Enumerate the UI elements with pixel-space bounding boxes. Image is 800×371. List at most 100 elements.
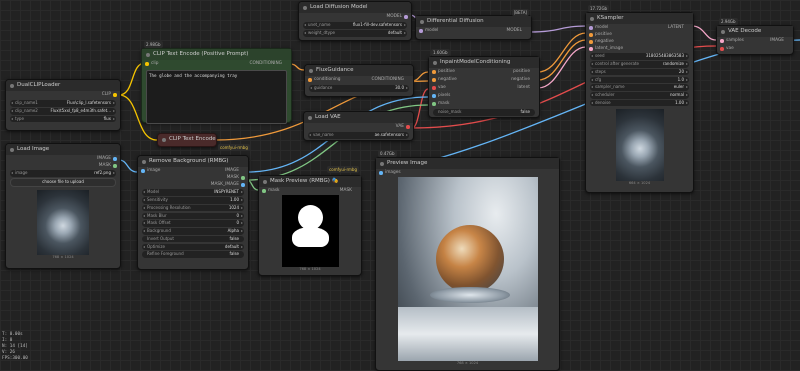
node-title: Load Diffusion Model: [299, 2, 411, 13]
control-after-generate-select[interactable]: control after generaterandomize: [590, 60, 689, 68]
steps-field[interactable]: steps20: [590, 68, 689, 76]
sand-shape: [397, 307, 538, 361]
input-model[interactable]: model MODEL: [416, 27, 531, 35]
output-latent[interactable]: latent: [517, 84, 530, 92]
input-image[interactable]: image IMAGE: [138, 167, 248, 174]
output-negative[interactable]: negative: [511, 76, 530, 84]
clip-name2-select[interactable]: clip_name2Flux\t5xxl_fp8_e4m3fn.safet...: [10, 107, 116, 115]
output-latent[interactable]: LATENT: [668, 24, 684, 31]
cfg-field[interactable]: cfg1.0: [590, 76, 689, 84]
background-select[interactable]: BackgroundAlpha: [142, 228, 244, 235]
input-latent-image[interactable]: latent_image: [586, 45, 693, 52]
node-load-image[interactable]: Load Image IMAGE MASK imageref2.png choo…: [5, 143, 121, 269]
mask-blur-field[interactable]: Mask Blur0: [142, 212, 244, 220]
input-model[interactable]: model LATENT: [586, 24, 693, 31]
memory-badge: 17.72Gb: [588, 5, 610, 12]
input-positive[interactable]: positive positive: [429, 68, 539, 76]
globe-shape: [435, 225, 504, 293]
node-load-vae[interactable]: Load VAE VAE vae_nameae.safetensors: [303, 111, 414, 141]
node-title: CLIP Text Encode (Ne: [158, 134, 216, 145]
plugin-badge: comfyui-rmbg: [327, 166, 359, 173]
seed-field[interactable]: seed318025483863583: [590, 53, 689, 60]
input-mask[interactable]: mask MASK: [259, 187, 361, 195]
scheduler-select[interactable]: schedulernormal: [590, 92, 689, 99]
node-clip-text-encode-positive[interactable]: 2.98Gb CLIP Text Encode (Positive Prompt…: [141, 41, 292, 124]
node-remove-background-rmbg[interactable]: Remove Background (RMBG) image IMAGE MASK…: [137, 155, 249, 270]
input-positive[interactable]: positive: [586, 31, 693, 38]
node-inpaint-model-conditioning[interactable]: 1.60Gb InpaintModelConditioning positive…: [428, 49, 540, 118]
memory-badge: 0.47Gb: [378, 150, 397, 157]
memory-badge: 2.94Gb: [719, 18, 738, 25]
beta-badge: [BETA]: [511, 9, 529, 16]
image-size-caption: 768 × 1024: [299, 267, 321, 271]
output-model[interactable]: MODEL: [299, 13, 411, 21]
output-image[interactable]: IMAGE: [225, 167, 239, 174]
node-title: VAE Decode: [717, 26, 793, 37]
node-load-diffusion-model[interactable]: Load Diffusion Model MODEL unet_nameflux…: [298, 1, 412, 41]
output-mask[interactable]: MASK: [138, 174, 248, 181]
mask-image: [281, 195, 339, 267]
input-images[interactable]: images: [376, 169, 559, 177]
output-positive[interactable]: positive: [513, 68, 530, 76]
output-clip[interactable]: CLIP: [6, 91, 120, 99]
node-title: InpaintModelConditioning: [429, 57, 539, 68]
mask-offset-field[interactable]: Mask Offset0: [142, 220, 244, 227]
node-clip-text-encode-negative[interactable]: CLIP Text Encode (Ne: [157, 133, 217, 147]
node-flux-guidance[interactable]: FluxGuidance conditioningCONDITIONING gu…: [304, 64, 414, 97]
output-image[interactable]: IMAGE: [6, 155, 120, 162]
node-ksampler[interactable]: 17.72Gb KSampler model LATENT positive ne…: [585, 5, 694, 193]
noise-mask-toggle[interactable]: noise_mask false: [433, 109, 535, 116]
input-mask[interactable]: mask: [429, 100, 539, 108]
type-select[interactable]: typeflux: [10, 115, 116, 123]
image-size-caption: 768 × 1024: [52, 254, 74, 259]
input-negative[interactable]: negative: [586, 38, 693, 45]
node-vae-decode[interactable]: 2.94Gb VAE Decode samples IMAGE vae: [716, 18, 794, 55]
input-negative[interactable]: negative negative: [429, 76, 539, 84]
image-size-caption: 768 × 1024: [456, 361, 479, 365]
sampler-name-select[interactable]: sampler_nameeuler: [590, 84, 689, 91]
node-differential-diffusion[interactable]: Differential Diffusion [BETA] model MODEL: [415, 9, 532, 40]
performance-stats: T: 0.00s I: 0 N: 14 [14] V: 26 FPS:300.0…: [2, 332, 28, 362]
refine-foreground-toggle[interactable]: Refine Foreground false: [142, 251, 244, 259]
output-mask[interactable]: MASK: [6, 162, 120, 169]
upload-button[interactable]: choose file to upload: [10, 177, 116, 187]
node-title: FluxGuidance: [305, 65, 413, 76]
sensitivity-field[interactable]: Sensitivity1.00: [142, 196, 244, 204]
output-image[interactable]: IMAGE: [770, 37, 784, 45]
optimize-select[interactable]: Optimizedefault: [142, 243, 244, 251]
input-vae[interactable]: vae: [717, 45, 793, 53]
model-select[interactable]: ModelINSPYRENET: [142, 189, 244, 196]
tray-shape: [429, 287, 510, 303]
input-vae[interactable]: vae latent: [429, 84, 539, 92]
input-conditioning[interactable]: conditioning CONDITIONING: [305, 76, 413, 84]
output-mask-image[interactable]: MASK_IMAGE: [138, 181, 248, 188]
unet-name-select[interactable]: unet_nameflux1-fill-dev.safetensors: [303, 22, 407, 29]
node-title: Load VAE: [304, 112, 413, 123]
input-pixels[interactable]: pixels: [429, 92, 539, 100]
output-vae[interactable]: VAE: [304, 123, 413, 131]
node-preview-image[interactable]: 0.47Gb Preview Image images 768 × 1024: [375, 150, 560, 371]
node-title: Preview Image: [376, 158, 559, 169]
vae-name-select[interactable]: vae_nameae.safetensors: [308, 132, 409, 139]
prompt-textarea[interactable]: The globe and the accompanying tray: [146, 70, 287, 124]
input-clip[interactable]: clip CONDITIONING: [142, 60, 291, 68]
node-mask-preview[interactable]: comfyui-rmbg Mask Preview (RMBG) 🎭 mask M…: [258, 166, 362, 276]
output-mask[interactable]: MASK: [340, 187, 352, 195]
node-title: DualCLIPLoader: [6, 80, 120, 91]
invert-output-toggle[interactable]: Invert Output false: [142, 235, 244, 243]
weight-dtype-select[interactable]: weight_dtypedefault: [303, 29, 407, 37]
node-title: Remove Background (RMBG): [138, 156, 248, 167]
guidance-slider[interactable]: guidance30.0: [309, 85, 409, 92]
output-conditioning[interactable]: CONDITIONING: [372, 76, 404, 84]
node-title: Load Image: [6, 144, 120, 155]
denoise-field[interactable]: denoise1.00: [590, 99, 689, 107]
output-model[interactable]: MODEL: [506, 27, 522, 35]
node-dual-clip-loader[interactable]: DualCLIPLoader CLIP clip_name1Flux\clip_…: [5, 79, 121, 131]
processing-resolution-field[interactable]: Processing Resolution1024: [142, 204, 244, 212]
output-conditioning[interactable]: CONDITIONING: [250, 60, 282, 68]
image-select[interactable]: imageref2.png: [10, 170, 116, 177]
input-samples[interactable]: samples IMAGE: [717, 37, 793, 45]
clip-name1-select[interactable]: clip_name1Flux\clip_l.safetensors: [10, 100, 116, 107]
preview-image: [397, 177, 538, 361]
stat-fps: FPS:300.00: [2, 356, 28, 361]
